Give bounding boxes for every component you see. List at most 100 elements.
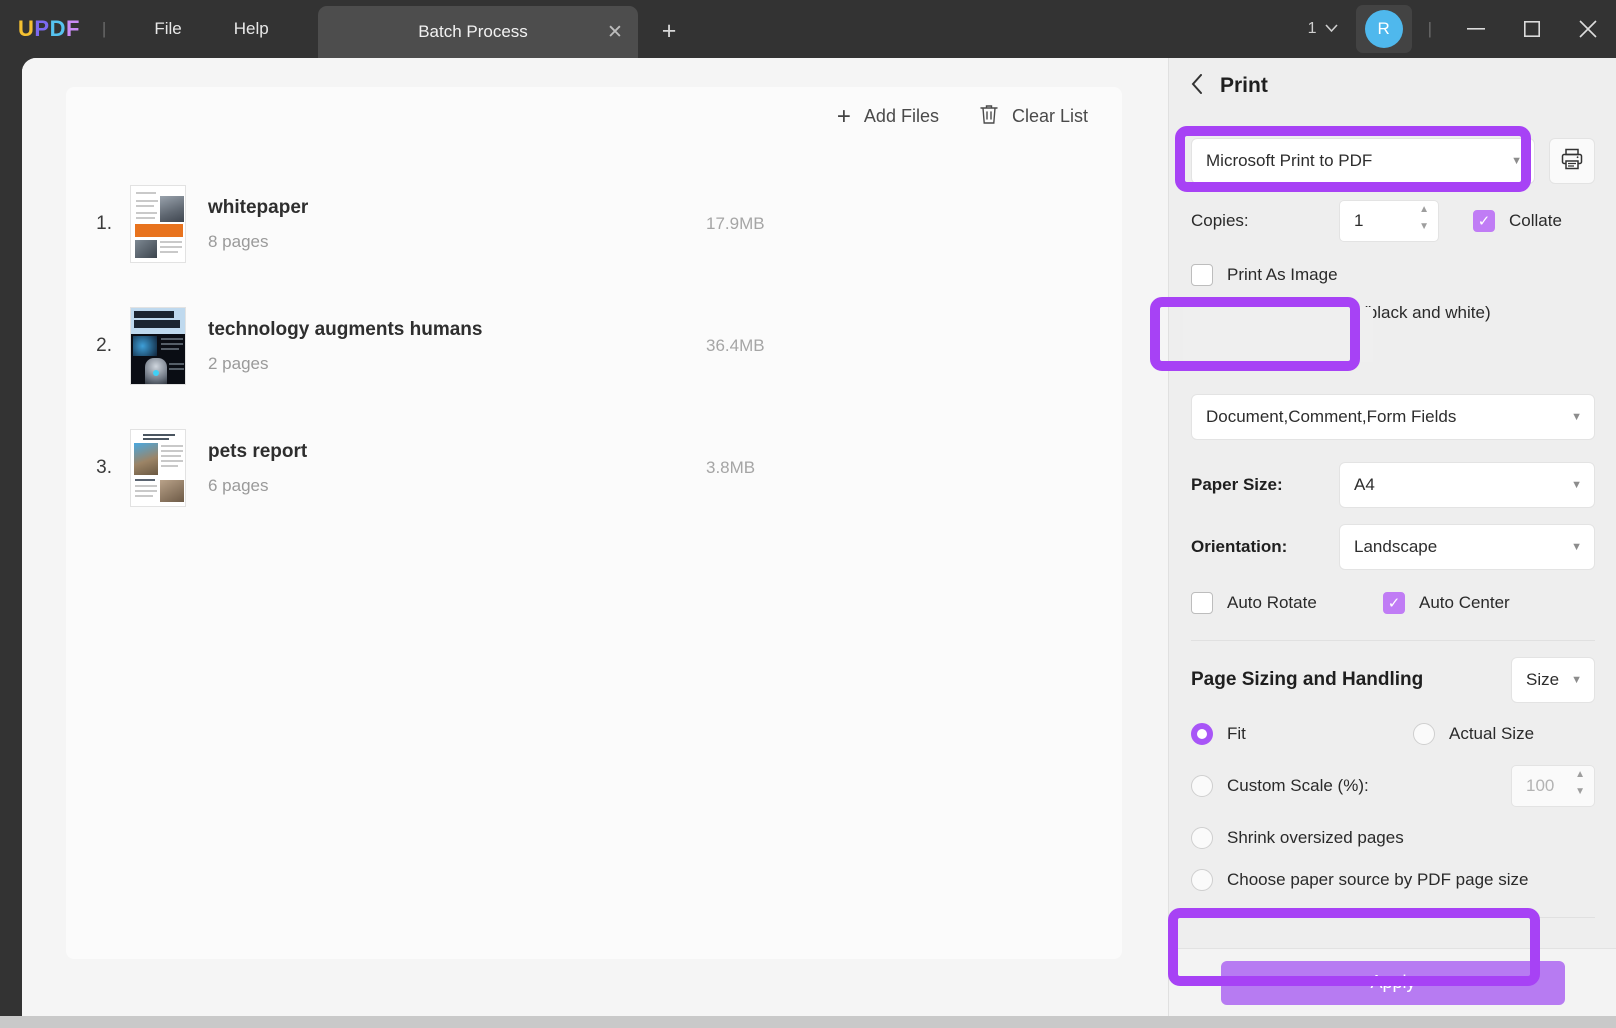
- orientation-select[interactable]: Landscape ▼: [1339, 524, 1595, 570]
- fit-label: Fit: [1227, 724, 1246, 743]
- auto-center-checkbox[interactable]: ✓ Auto Center: [1383, 592, 1510, 614]
- collate-label: Collate: [1509, 211, 1562, 230]
- paper-source-label: Choose paper source by PDF page size: [1227, 870, 1529, 889]
- custom-scale-stepper[interactable]: 100 ▲ ▼: [1511, 765, 1595, 807]
- content-select-row: Document,Comment,Form Fields ▼: [1169, 394, 1616, 440]
- menu-file[interactable]: File: [128, 13, 207, 45]
- page-sizing-header: Page Sizing and Handling Size ▼: [1169, 657, 1616, 703]
- add-files-button[interactable]: + Add Files: [837, 104, 939, 129]
- page-count-selector[interactable]: 1: [1308, 20, 1338, 38]
- auto-options-row: Auto Rotate ✓ Auto Center: [1169, 592, 1616, 614]
- radio-custom-scale[interactable]: Custom Scale (%):: [1191, 775, 1511, 797]
- maximize-icon[interactable]: [1504, 0, 1560, 58]
- clear-list-button[interactable]: Clear List: [979, 103, 1088, 130]
- printer-properties-button[interactable]: [1549, 138, 1595, 184]
- close-icon[interactable]: [1560, 0, 1616, 58]
- file-pages: 6 pages: [208, 475, 269, 495]
- account-button[interactable]: R: [1355, 5, 1412, 53]
- batch-work-area: + Add Files Clear List 1. whitepaper 8 p…: [22, 58, 1168, 1016]
- custom-scale-label: Custom Scale (%):: [1227, 776, 1369, 795]
- auto-center-check-icon: ✓: [1383, 592, 1405, 614]
- print-as-image-row: Print As Image: [1169, 264, 1616, 286]
- shrink-radio-icon: [1191, 827, 1213, 849]
- title-bar: U P D F | File Help Batch Process ✕ + 1 …: [0, 0, 1616, 58]
- window-divider: |: [1427, 19, 1432, 38]
- tab-close-icon[interactable]: ✕: [598, 15, 632, 49]
- printer-select[interactable]: Microsoft Print to PDF ▼: [1191, 138, 1535, 184]
- chevron-down-icon: [1324, 20, 1338, 38]
- table-row[interactable]: 3. pets report 6 pages 3.8MB: [66, 407, 1122, 529]
- radio-shrink-oversized[interactable]: Shrink oversized pages: [1191, 827, 1404, 849]
- window-controls: 1 R |: [1308, 0, 1616, 58]
- logo-letter-f: F: [65, 16, 80, 41]
- highlight-reverse-pages-mask: [1183, 307, 1373, 362]
- app-body: + Add Files Clear List 1. whitepaper 8 p…: [22, 58, 1616, 1016]
- file-thumbnail: [130, 307, 186, 385]
- collate-checkbox[interactable]: ✓ Collate: [1473, 210, 1562, 232]
- auto-center-label: Auto Center: [1419, 593, 1510, 612]
- radio-choose-paper-source[interactable]: Choose paper source by PDF page size: [1191, 869, 1528, 891]
- page-title: Print: [1220, 74, 1268, 97]
- paper-size-label: Paper Size:: [1191, 475, 1283, 494]
- file-size: 3.8MB: [706, 458, 756, 477]
- table-row[interactable]: 1. whitepaper 8 pages 17.9MB: [66, 163, 1122, 285]
- table-row[interactable]: 2. technology augments humans 2 pages 36…: [66, 285, 1122, 407]
- new-tab-icon[interactable]: +: [652, 14, 686, 48]
- printer-row: Microsoft Print to PDF ▼: [1169, 138, 1616, 184]
- paper-size-select[interactable]: A4 ▼: [1339, 462, 1595, 508]
- menu-help[interactable]: Help: [208, 13, 295, 45]
- copies-label: Copies:: [1191, 211, 1249, 230]
- print-as-image-checkbox[interactable]: Print As Image: [1191, 264, 1338, 286]
- file-info: whitepaper 8 pages: [208, 197, 308, 252]
- file-pages: 8 pages: [208, 231, 269, 251]
- spin-up-icon[interactable]: ▲: [1575, 770, 1585, 780]
- spin-down-icon[interactable]: ▼: [1575, 787, 1585, 797]
- copies-spin-arrows[interactable]: ▲ ▼: [1419, 205, 1429, 232]
- tab-batch-process[interactable]: Batch Process ✕: [318, 6, 638, 58]
- panel-scroll-body: Microsoft Print to PDF ▼ Copies: 1 ▲ ▼ ✓…: [1169, 116, 1616, 948]
- file-pages: 2 pages: [208, 353, 269, 373]
- print-content-select[interactable]: Document,Comment,Form Fields ▼: [1191, 394, 1595, 440]
- page-sizing-title: Page Sizing and Handling: [1191, 669, 1424, 690]
- print-as-image-check-icon: [1191, 264, 1213, 286]
- printer-select-value: Microsoft Print to PDF: [1206, 151, 1373, 170]
- collate-check-icon: ✓: [1473, 210, 1495, 232]
- paper-source-radio-icon: [1191, 869, 1213, 891]
- file-name: whitepaper: [208, 196, 309, 218]
- auto-rotate-label: Auto Rotate: [1227, 593, 1317, 612]
- print-as-image-label: Print As Image: [1227, 265, 1338, 284]
- print-settings-panel: Print Microsoft Print to PDF ▼ Copies: 1…: [1168, 58, 1616, 1016]
- file-size: 36.4MB: [706, 336, 765, 355]
- printer-icon: [1560, 147, 1584, 176]
- chevron-down-icon: ▼: [1571, 411, 1582, 423]
- page-sizing-mode-select[interactable]: Size ▼: [1511, 657, 1595, 703]
- radio-fit[interactable]: Fit: [1191, 723, 1413, 745]
- apply-button[interactable]: Apply: [1221, 960, 1565, 1005]
- tab-label: Batch Process: [418, 22, 528, 41]
- back-icon[interactable]: [1191, 74, 1204, 98]
- scale-spin-arrows[interactable]: ▲ ▼: [1575, 770, 1585, 797]
- chevron-down-icon: ▼: [1571, 674, 1582, 686]
- spin-up-icon[interactable]: ▲: [1419, 205, 1429, 215]
- file-name: pets report: [208, 440, 308, 462]
- auto-rotate-checkbox[interactable]: Auto Rotate: [1191, 592, 1383, 614]
- minimize-icon[interactable]: [1448, 0, 1504, 58]
- paper-size-row: Paper Size: A4 ▼: [1169, 462, 1616, 508]
- status-bar: [0, 1016, 1616, 1028]
- spin-down-icon[interactable]: ▼: [1419, 222, 1429, 232]
- file-index: 1.: [96, 213, 112, 234]
- file-info: technology augments humans 2 pages: [208, 319, 482, 374]
- chevron-down-icon: ▼: [1571, 541, 1582, 553]
- fit-radio-icon: [1191, 723, 1213, 745]
- custom-scale-row: Custom Scale (%): 100 ▲ ▼: [1169, 765, 1616, 807]
- fit-actual-row: Fit Actual Size: [1169, 723, 1616, 745]
- shrink-row: Shrink oversized pages: [1169, 827, 1616, 849]
- section-divider: [1191, 640, 1595, 641]
- copies-stepper[interactable]: 1 ▲ ▼: [1339, 200, 1439, 242]
- file-list-toolbar: + Add Files Clear List: [837, 103, 1088, 130]
- clear-list-label: Clear List: [1011, 106, 1088, 126]
- logo-letter-p: P: [34, 16, 50, 41]
- radio-actual-size[interactable]: Actual Size: [1413, 723, 1534, 745]
- orientation-row: Orientation: Landscape ▼: [1169, 524, 1616, 570]
- file-thumbnail: [130, 185, 186, 263]
